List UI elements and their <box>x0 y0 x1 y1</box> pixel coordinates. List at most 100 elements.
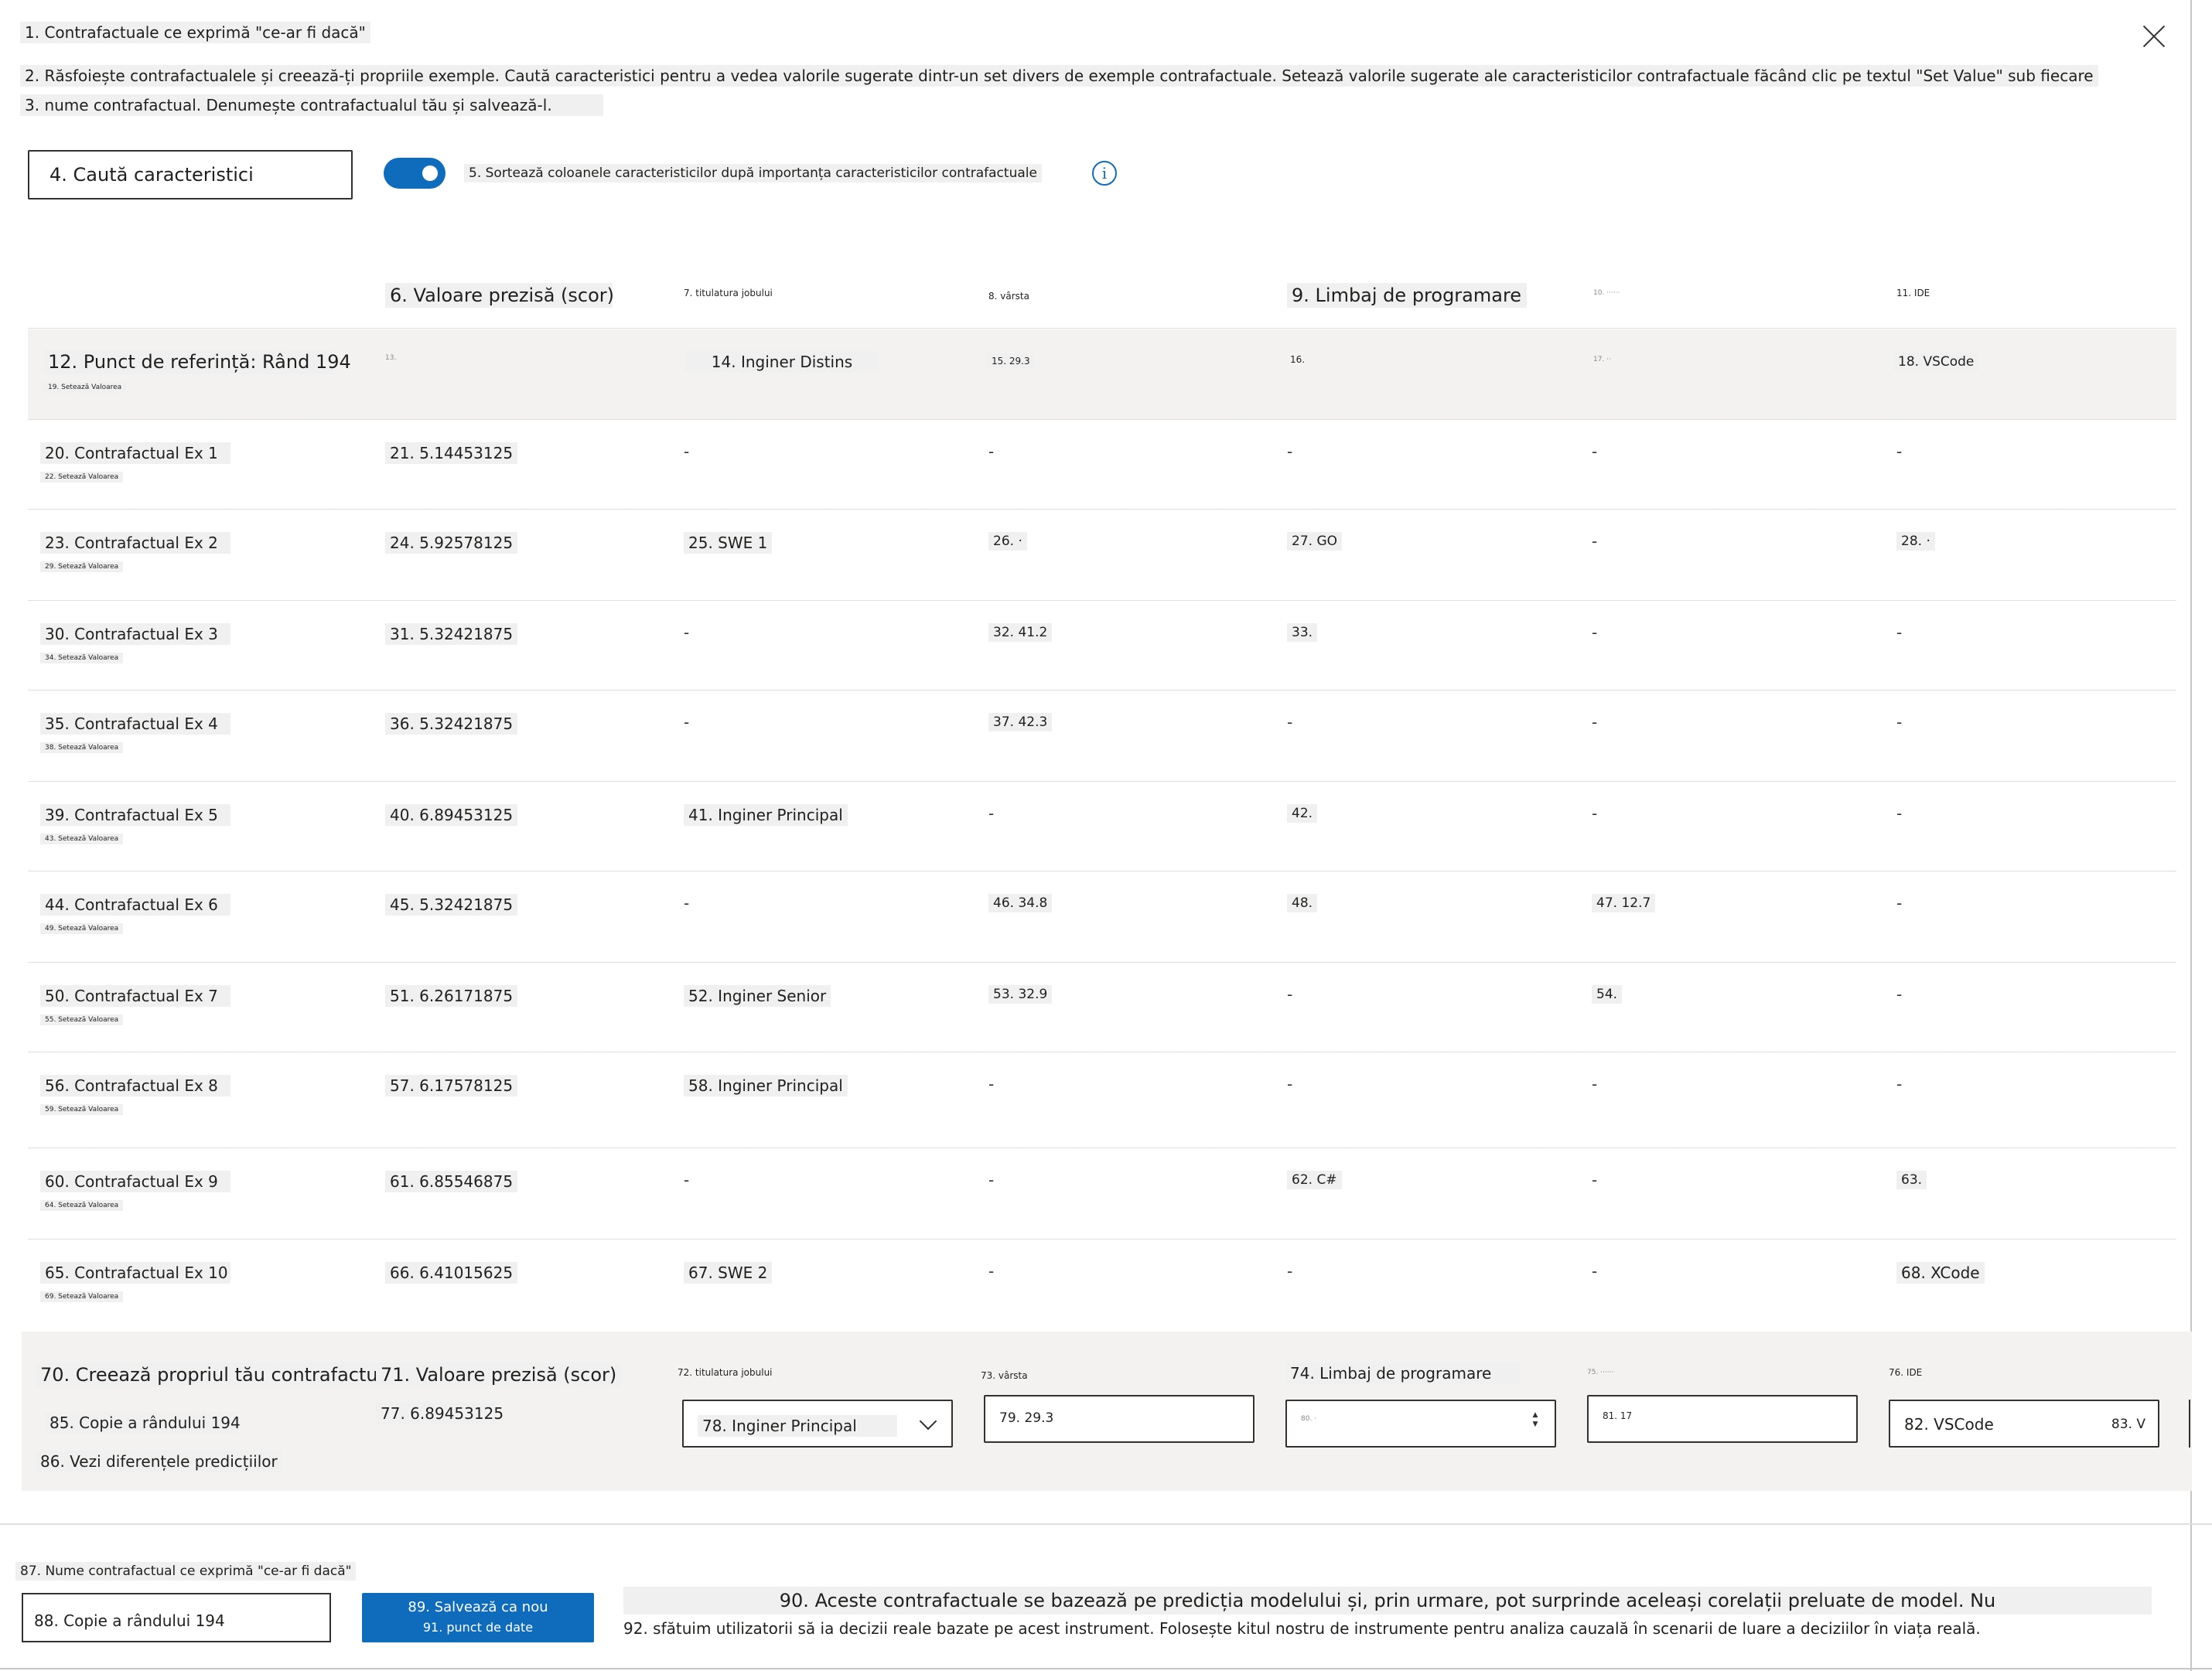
cell-age: - <box>988 804 995 823</box>
age-input-value: 79. 29.3 <box>999 1410 1054 1426</box>
info-icon[interactable]: i <box>1092 161 1117 186</box>
cell-job-title: - <box>684 1171 690 1189</box>
cell-age: - <box>988 1171 995 1189</box>
ide-combobox[interactable]: 82. VSCode 83. V <box>1889 1400 2159 1448</box>
create-predicted-header: 71. Valoare prezisă (scor) <box>376 1362 622 1387</box>
reference-set-value[interactable]: 19. Setează Valoarea <box>43 382 127 393</box>
cell-age: 26. · <box>988 532 1027 551</box>
cell-age: 46. 34.8 <box>988 894 1053 912</box>
see-prediction-delta-link[interactable]: 86. Vezi diferențele predicțiilor <box>36 1451 282 1472</box>
age-input[interactable]: 79. 29.3 <box>984 1395 1254 1443</box>
cell-ide: - <box>1896 804 1903 823</box>
cell-language: 27. GO <box>1287 532 1342 551</box>
ide-combobox-value: 82. VSCode <box>1904 1415 1994 1434</box>
cell-job-title: 58. Inginer Principal <box>684 1075 848 1096</box>
counterfactual-label: 44. Contrafactual Ex 6 <box>40 894 230 916</box>
cell-age: 53. 32.9 <box>988 985 1053 1004</box>
col10-input[interactable]: 81. 17 <box>1587 1395 1858 1443</box>
cell-ide: - <box>1896 713 1903 731</box>
search-features-input[interactable]: 4. Caută caracteristici <box>28 150 353 199</box>
cell-predicted: 40. 6.89453125 <box>385 804 518 826</box>
counterfactual-name-value: 88. Copie a rândului 194 <box>34 1611 225 1630</box>
reference-label: 12. Punct de referință: Rând 194 <box>43 350 351 374</box>
create-age-header: 73. vârsta <box>981 1370 1028 1381</box>
cell-language: 33. <box>1287 623 1318 642</box>
cell-predicted: 51. 6.26171875 <box>385 985 518 1007</box>
cell-job-title: - <box>684 894 690 912</box>
cell-col10: 47. 12.7 <box>1592 894 1656 912</box>
cell-col10: - <box>1592 713 1598 731</box>
counterfactual-label: 56. Contrafactual Ex 8 <box>40 1075 230 1096</box>
job-title-dropdown-value: 78. Inginer Principal <box>698 1415 897 1437</box>
reference-job-title: 14. Inginer Distins <box>685 351 879 373</box>
cell-ide: - <box>1896 442 1903 461</box>
cell-age: - <box>988 1262 995 1281</box>
close-icon[interactable] <box>2141 23 2167 49</box>
save-button-line-1: 89. Salvează ca nou <box>408 1599 548 1615</box>
set-value-link[interactable]: 38. Setează Valoarea <box>40 742 124 753</box>
set-value-link[interactable]: 29. Setează Valoarea <box>40 561 124 572</box>
save-as-new-datapoint-button[interactable]: 89. Salvează ca nou 91. punct de date <box>362 1593 594 1642</box>
reference-ide: 18. VSCode <box>1893 353 1979 371</box>
set-value-link[interactable]: 59. Setează Valoarea <box>40 1104 124 1115</box>
row-divider <box>28 509 2176 510</box>
cell-ide: 63. <box>1896 1171 1927 1189</box>
counterfactual-label: 39. Contrafactual Ex 5 <box>40 804 230 826</box>
language-combobox-value: 80. · <box>1301 1415 1317 1423</box>
row-divider <box>28 1239 2176 1240</box>
cell-age: - <box>988 1075 995 1093</box>
search-placeholder: 4. Caută caracteristici <box>49 164 254 186</box>
row-divider <box>28 419 2176 420</box>
col-header-ide: 11. IDE <box>1896 288 1930 298</box>
cell-col10: - <box>1592 623 1598 642</box>
cell-job-title: 25. SWE 1 <box>684 532 773 554</box>
cell-ide: - <box>1896 894 1903 912</box>
sort-features-toggle[interactable] <box>384 158 445 189</box>
col-header-job-title: 7. titulatura jobului <box>684 288 773 298</box>
cell-language: - <box>1287 1075 1293 1093</box>
set-value-link[interactable]: 49. Setează Valoarea <box>40 923 124 934</box>
row-divider <box>28 781 2176 782</box>
counterfactual-label: 20. Contrafactual Ex 1 <box>40 442 230 464</box>
col-header-predicted: 6. Valoare prezisă (scor) <box>385 283 614 308</box>
cell-predicted: 66. 6.41015625 <box>385 1262 518 1284</box>
cell-col10: 54. <box>1592 985 1623 1004</box>
counterfactual-name-input[interactable]: 88. Copie a rândului 194 <box>22 1593 331 1642</box>
cell-predicted: 57. 6.17578125 <box>385 1075 518 1096</box>
cell-age: 37. 42.3 <box>988 713 1053 731</box>
reference-language: 16. <box>1290 354 1306 365</box>
dialog-border-bottom <box>0 1668 2212 1669</box>
language-combobox[interactable]: 80. · ▲ ▼ <box>1285 1400 1556 1448</box>
row-divider <box>28 690 2176 691</box>
counterfactual-label: 35. Contrafactual Ex 4 <box>40 713 230 735</box>
counterfactual-label: 65. Contrafactual Ex 10 <box>40 1262 230 1284</box>
copy-row-label: 85. Copie a rândului 194 <box>45 1412 241 1434</box>
cell-language: - <box>1287 1262 1293 1281</box>
set-value-link[interactable]: 69. Setează Valoarea <box>40 1291 124 1302</box>
set-value-link[interactable]: 43. Setează Valoarea <box>40 834 124 844</box>
cell-col10: - <box>1592 532 1598 551</box>
cell-predicted: 31. 5.32421875 <box>385 623 518 645</box>
cell-col10: - <box>1592 442 1598 461</box>
reference-col10: 17. ·· <box>1593 356 1611 363</box>
set-value-link[interactable]: 34. Setează Valoarea <box>40 653 124 663</box>
counterfactual-label: 30. Contrafactual Ex 3 <box>40 623 230 645</box>
cell-col10: - <box>1592 804 1598 823</box>
cell-ide: - <box>1896 1075 1903 1093</box>
set-value-link[interactable]: 22. Setează Valoarea <box>40 472 124 483</box>
cell-predicted: 24. 5.92578125 <box>385 532 518 554</box>
cell-age: - <box>988 442 995 461</box>
chevron-down-icon <box>919 1412 937 1431</box>
cell-job-title: - <box>684 442 690 461</box>
ide-combobox-suffix: 83. V <box>2111 1417 2145 1432</box>
col-header-language: 9. Limbaj de programare <box>1287 283 1527 308</box>
job-title-dropdown[interactable]: 78. Inginer Principal <box>682 1400 953 1448</box>
create-col10-header: 75. ······ <box>1587 1369 1614 1376</box>
cell-ide: 28. · <box>1896 532 1935 551</box>
col-header-age: 8. vârsta <box>988 291 1029 302</box>
set-value-link[interactable]: 55. Setează Valoarea <box>40 1015 124 1025</box>
spin-arrows-icon[interactable]: ▲ ▼ <box>1527 1410 1544 1429</box>
reference-row <box>28 329 2176 419</box>
set-value-link[interactable]: 64. Setează Valoarea <box>40 1200 124 1211</box>
footer-divider <box>0 1523 2212 1525</box>
